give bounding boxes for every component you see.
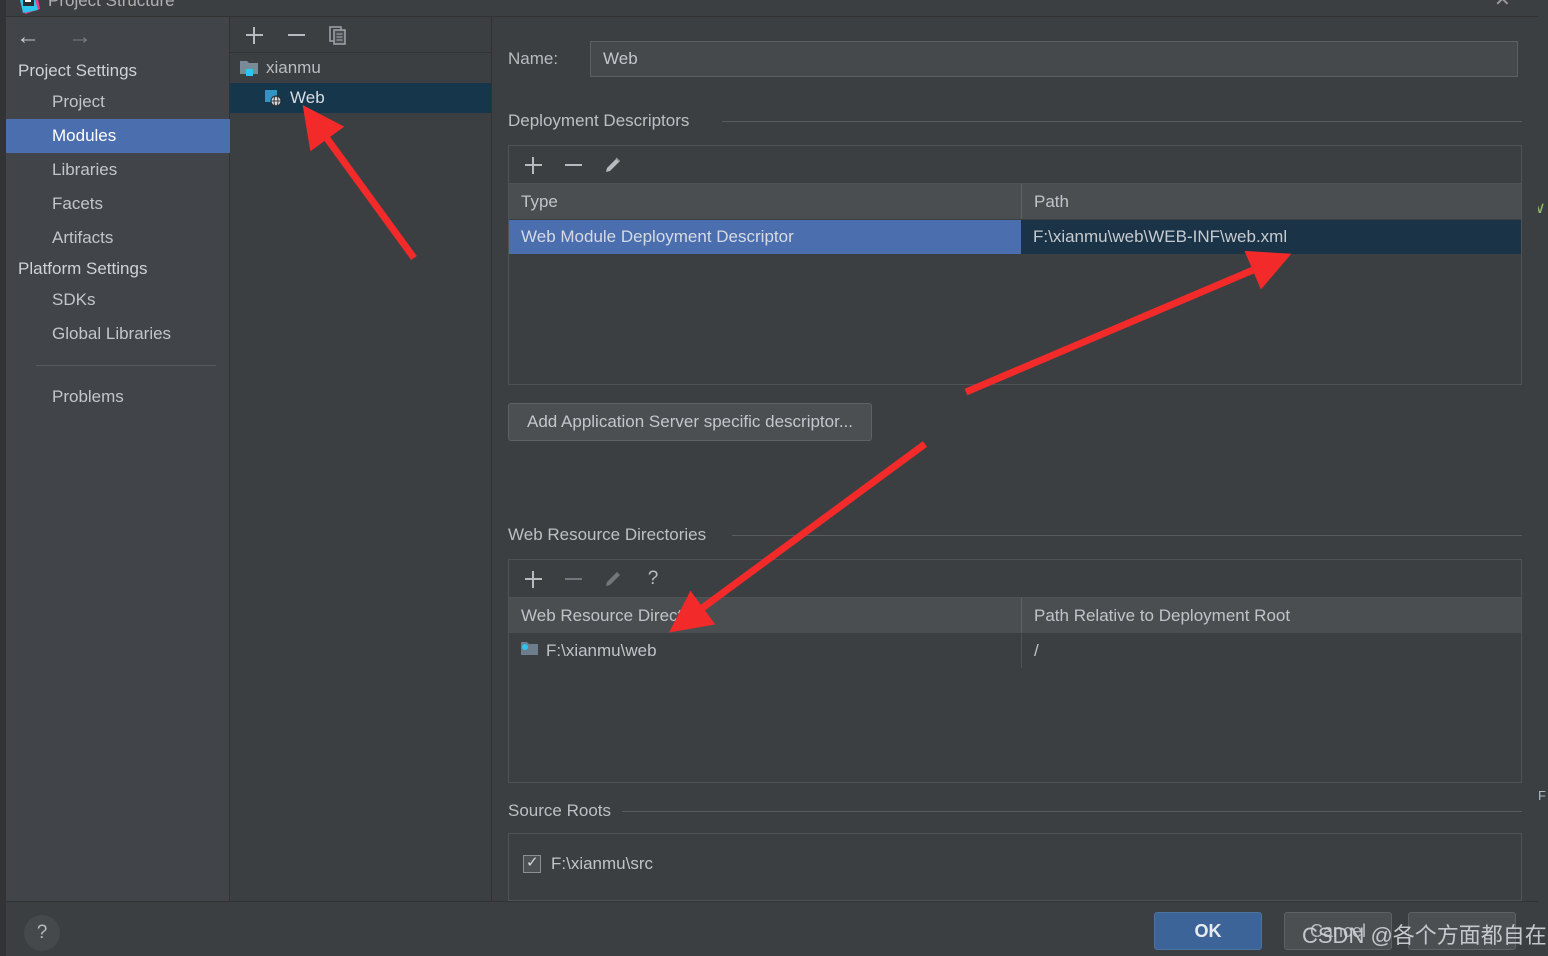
edit-web-resource-button	[603, 569, 623, 589]
apply-button[interactable]	[1408, 912, 1516, 950]
web-resource-directories-grid: ? Web Resource Directory Path Relative t…	[508, 559, 1522, 783]
sidebar-item-libraries[interactable]: Libraries	[6, 153, 230, 187]
cell-relative-path[interactable]: /	[1021, 634, 1521, 668]
tree-node-web[interactable]: Web	[230, 83, 491, 113]
web-resource-directories-header: Web Resource Directory Path Relative to …	[509, 598, 1521, 634]
background-f-glyph: F	[1538, 788, 1546, 803]
remove-module-button[interactable]	[286, 25, 306, 45]
ok-button[interactable]: OK	[1154, 912, 1262, 950]
tree-node-label: xianmu	[266, 58, 321, 77]
add-module-button[interactable]	[244, 25, 264, 45]
edit-descriptor-button[interactable]	[603, 155, 623, 175]
forward-arrow-icon[interactable]: →	[68, 25, 92, 49]
source-root-label: F:\xianmu\src	[551, 854, 654, 873]
remove-descriptor-button[interactable]	[563, 155, 583, 175]
deployment-descriptors-toolbar	[509, 146, 1521, 184]
dialog-body: ← → Project Settings Project Modules Lib…	[6, 16, 1538, 956]
source-roots-title: Source Roots	[508, 801, 621, 821]
module-name-input[interactable]: Web	[590, 41, 1518, 77]
add-web-resource-button[interactable]	[523, 569, 543, 589]
sidebar-item-sdks[interactable]: SDKs	[6, 283, 230, 317]
sidebar-item-project[interactable]: Project	[6, 85, 230, 119]
sidebar-items: Project Settings Project Modules Librari…	[6, 57, 230, 414]
source-roots-list: F:\xianmu\src	[508, 833, 1522, 901]
module-folder-icon	[240, 60, 258, 76]
project-structure-dialog: ∨ F Project Structure ✕ ← → Project Sett…	[0, 0, 1548, 956]
web-facet-icon	[264, 89, 282, 107]
module-name-label: Name:	[508, 49, 559, 68]
sidebar-divider	[36, 365, 216, 366]
deployment-descriptors-title: Deployment Descriptors	[508, 111, 700, 131]
sidebar-item-facets[interactable]: Facets	[6, 187, 230, 221]
deployment-descriptors-header: Type Path	[509, 184, 1521, 220]
copy-module-button[interactable]	[328, 25, 348, 45]
dialog-titlebar: Project Structure ✕	[6, 0, 1538, 16]
sidebar-group-platform-settings: Platform Settings	[18, 259, 148, 278]
deployment-descriptors-rule	[722, 121, 1522, 122]
column-header-web-resource-directory[interactable]: Web Resource Directory	[509, 598, 1021, 633]
web-resource-directories-title: Web Resource Directories	[508, 525, 717, 545]
web-resource-directories-rule	[732, 535, 1522, 536]
back-arrow-icon[interactable]: ←	[16, 25, 40, 49]
cell-web-resource-directory[interactable]: F:\xianmu\web	[509, 634, 1021, 668]
sidebar-nav-arrows: ← →	[16, 25, 92, 49]
list-item[interactable]: F:\xianmu\src	[509, 846, 1521, 882]
column-header-path[interactable]: Path	[1022, 184, 1521, 219]
deployment-descriptors-grid: Type Path Web Module Deployment Descript…	[508, 145, 1522, 385]
web-resource-directories-toolbar: ?	[509, 560, 1521, 598]
web-resource-help-button[interactable]: ?	[643, 568, 663, 589]
module-tree-toolbar	[230, 17, 491, 53]
dialog-footer: ? OK Cancel	[6, 901, 1538, 956]
add-application-server-descriptor-button[interactable]: Add Application Server specific descript…	[508, 403, 872, 441]
table-row[interactable]: F:\xianmu\web /	[509, 634, 1521, 668]
add-descriptor-button[interactable]	[523, 155, 543, 175]
source-root-checkbox[interactable]	[523, 853, 541, 873]
source-roots-rule	[622, 811, 1522, 812]
sidebar-item-problems[interactable]: Problems	[6, 380, 230, 414]
tree-node-label: Web	[290, 88, 325, 107]
module-editor-content: Name: Web Deployment Descriptors Type Pa…	[492, 17, 1538, 901]
intellij-idea-icon	[20, 0, 40, 14]
sidebar-item-modules[interactable]: Modules	[6, 119, 230, 153]
cell-descriptor-path[interactable]: F:\xianmu\web\WEB-INF\web.xml	[1021, 220, 1521, 254]
module-tree-panel: xianmu Web	[230, 17, 492, 901]
cell-descriptor-type[interactable]: Web Module Deployment Descriptor	[509, 220, 1021, 254]
close-icon[interactable]: ✕	[1494, 0, 1511, 10]
sidebar-item-artifacts[interactable]: Artifacts	[6, 221, 230, 255]
help-button[interactable]: ?	[24, 915, 60, 951]
folder-web-icon	[521, 634, 538, 668]
module-name-row: Name: Web	[508, 41, 1518, 77]
tree-node-xianmu[interactable]: xianmu	[230, 53, 491, 83]
sidebar-item-global-libraries[interactable]: Global Libraries	[6, 317, 230, 351]
cancel-button[interactable]: Cancel	[1284, 912, 1392, 950]
sidebar-group-project-settings: Project Settings	[18, 61, 138, 80]
column-header-type[interactable]: Type	[509, 184, 1021, 219]
cell-text: F:\xianmu\web	[546, 641, 657, 660]
column-header-relative-path[interactable]: Path Relative to Deployment Root	[1022, 598, 1521, 633]
settings-sidebar: ← → Project Settings Project Modules Lib…	[6, 17, 230, 901]
remove-web-resource-button	[563, 569, 583, 589]
dialog-title: Project Structure	[48, 0, 175, 10]
table-row[interactable]: Web Module Deployment Descriptor F:\xian…	[509, 220, 1521, 254]
